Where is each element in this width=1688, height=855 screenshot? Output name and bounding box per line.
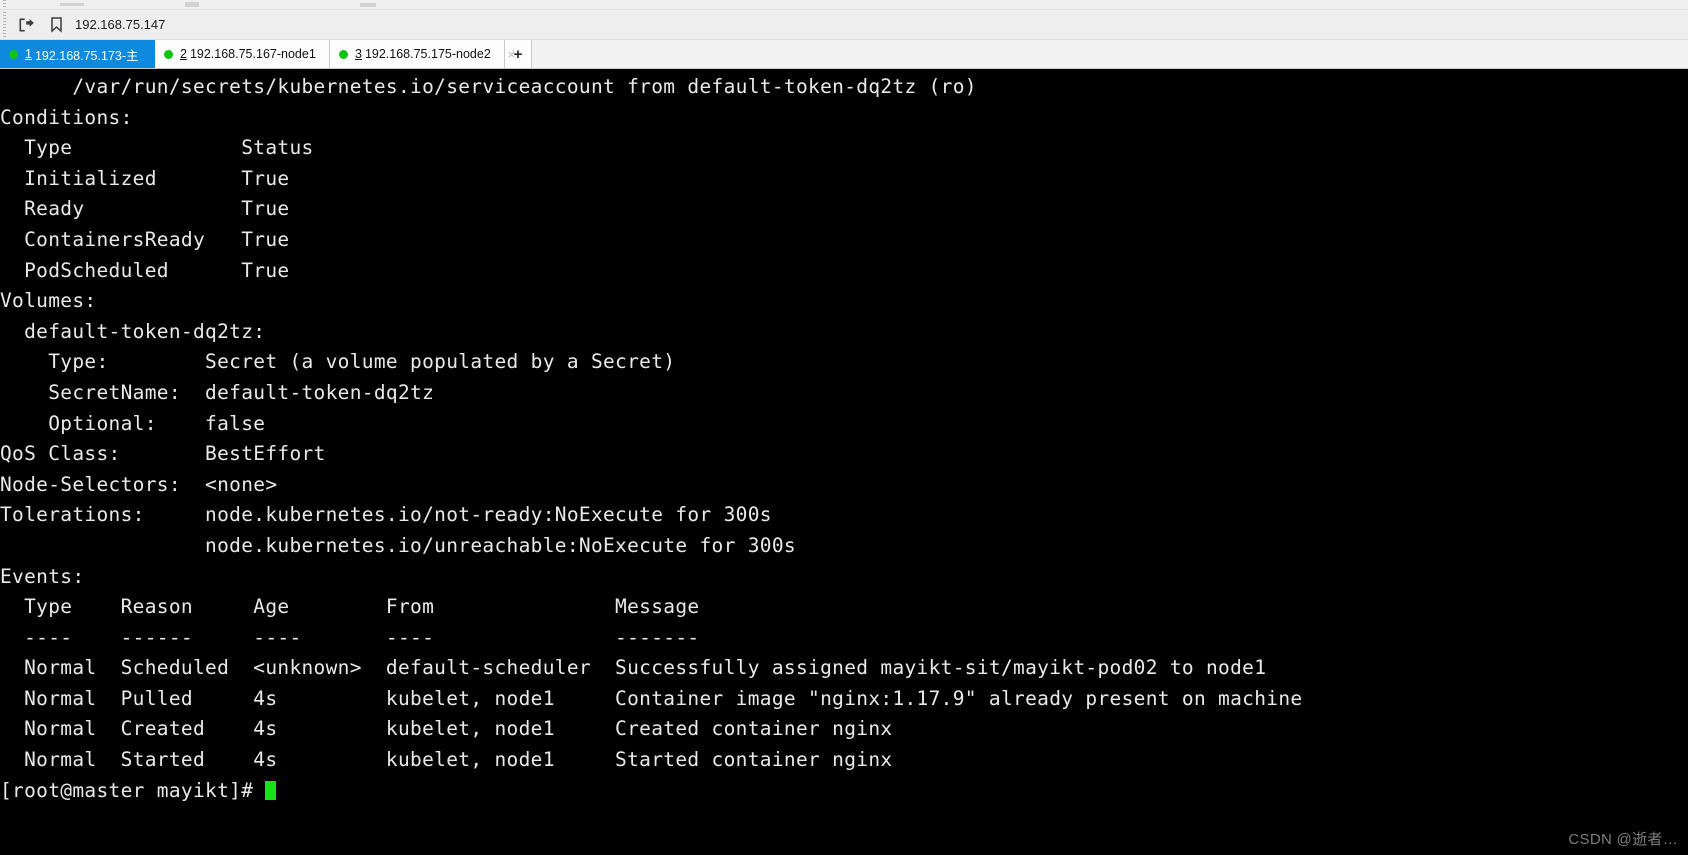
terminal-line: ---- ------ ---- ---- ------- — [0, 625, 700, 649]
tab-bar-filler — [532, 40, 1688, 68]
tab-label: 192.168.75.175-node2 — [364, 47, 491, 61]
terminal-line: Type Reason Age From Message — [0, 595, 700, 619]
terminal-line: SecretName: default-token-dq2tz — [0, 380, 435, 404]
terminal-line: Ready True — [0, 197, 290, 221]
address-label: 192.168.75.147 — [75, 17, 166, 32]
tab-bar: 1 192.168.75.173-主 × 2 192.168.75.167-no… — [0, 40, 1688, 69]
terminal-line: Initialized True — [0, 166, 290, 190]
bookmark-toolbar-grip[interactable] — [3, 12, 6, 37]
terminal-line: Normal Scheduled <unknown> default-sched… — [0, 656, 1267, 680]
terminal-line: /var/run/secrets/kubernetes.io/serviceac… — [0, 75, 977, 98]
bookmark-icon[interactable] — [46, 15, 66, 35]
terminal-output: /var/run/secrets/kubernetes.io/serviceac… — [0, 69, 1688, 806]
terminal-line: Type Status — [0, 136, 314, 160]
menu-icon-ghost-2 — [185, 2, 199, 7]
terminal-prompt: [root@master mayikt]# — [0, 776, 1688, 807]
terminal-line: Events: — [0, 564, 85, 588]
tab-status-dot-icon — [339, 49, 348, 59]
watermark: CSDN @逝者… — [1568, 831, 1678, 848]
tab-192-168-75-175-node2[interactable]: 3 192.168.75.175-node2 × — [330, 40, 515, 68]
tab-status-dot-icon — [164, 49, 173, 59]
menu-icon-ghost-1 — [60, 3, 84, 6]
tab-label: 192.168.75.173-主 — [34, 48, 139, 63]
terminal-line: PodScheduled True — [0, 258, 290, 282]
terminal-line: Tolerations: node.kubernetes.io/not-read… — [0, 503, 772, 527]
export-arrow-icon[interactable] — [16, 15, 36, 35]
toolbar-drag-grip[interactable] — [3, 0, 6, 9]
terminal-cursor — [265, 780, 277, 800]
terminal-line: ContainersReady True — [0, 227, 290, 251]
terminal-line: Optional: false — [0, 411, 266, 435]
tab-close-icon[interactable]: × — [505, 48, 519, 61]
tab-status-dot-icon — [9, 49, 18, 59]
terminal-pane[interactable]: /var/run/secrets/kubernetes.io/serviceac… — [0, 69, 1688, 855]
terminal-line: QoS Class: BestEffort — [0, 442, 326, 466]
terminal-line: Type: Secret (a volume populated by a Se… — [0, 350, 676, 374]
tab-192-168-75-167-node1[interactable]: 2 192.168.75.167-node1 × — [155, 40, 340, 68]
tab-192-168-75-173[interactable]: 1 192.168.75.173-主 × — [0, 40, 163, 68]
terminal-line: Normal Pulled 4s kubelet, node1 Containe… — [0, 686, 1303, 710]
menu-icon-ghost-3 — [360, 3, 376, 7]
terminal-line: Volumes: — [0, 289, 97, 313]
tab-index: 2 — [180, 47, 187, 61]
bookmark-toolbar: 192.168.75.147 — [0, 10, 1688, 40]
tab-label: 192.168.75.167-node1 — [189, 47, 316, 61]
terminal-line: Conditions: — [0, 105, 133, 129]
tab-index: 3 — [355, 47, 362, 61]
terminal-line: Normal Created 4s kubelet, node1 Created… — [0, 717, 893, 741]
terminal-line: default-token-dq2tz: — [0, 319, 266, 343]
menu-strip — [0, 0, 1688, 10]
terminal-line: Node-Selectors: <none> — [0, 472, 278, 496]
terminal-line: Normal Started 4s kubelet, node1 Started… — [0, 748, 893, 772]
tab-index: 1 — [25, 47, 32, 61]
terminal-line: node.kubernetes.io/unreachable:NoExecute… — [0, 533, 796, 557]
